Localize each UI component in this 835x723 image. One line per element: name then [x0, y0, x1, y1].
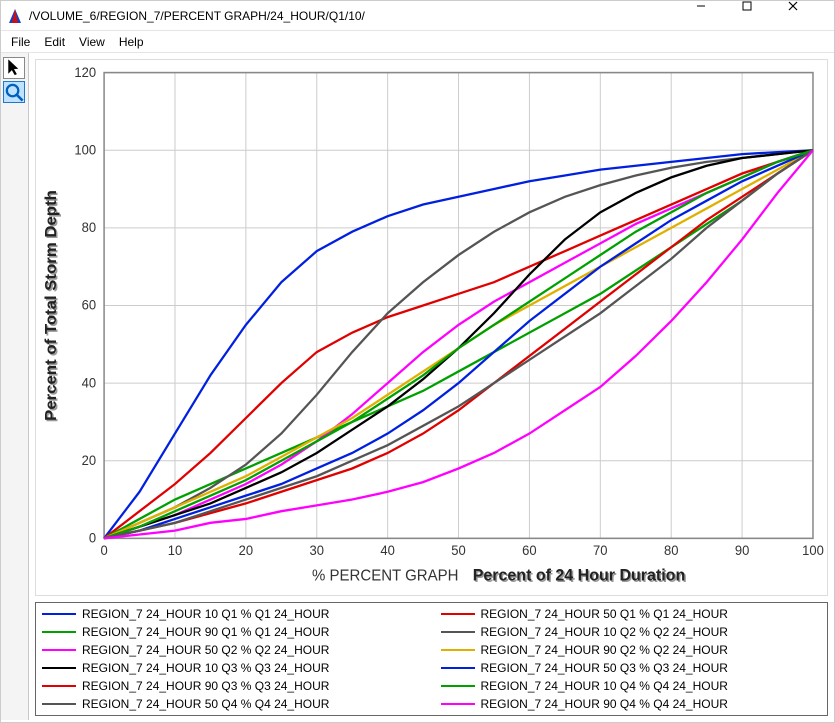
legend-label: REGION_7 24_HOUR 90 Q1 % Q1 24_HOUR — [82, 625, 329, 639]
legend-swatch — [441, 667, 475, 669]
legend-label: REGION_7 24_HOUR 90 Q2 % Q2 24_HOUR — [481, 643, 728, 657]
legend-item[interactable]: REGION_7 24_HOUR 90 Q3 % Q3 24_HOUR — [42, 679, 423, 693]
legend-item[interactable]: REGION_7 24_HOUR 50 Q2 % Q2 24_HOUR — [42, 643, 423, 657]
legend-swatch — [441, 649, 475, 651]
legend-label: REGION_7 24_HOUR 50 Q2 % Q2 24_HOUR — [82, 643, 329, 657]
app-window: /VOLUME_6/REGION_7/PERCENT GRAPH/24_HOUR… — [0, 0, 835, 723]
plot-area: 0 10 20 30 40 50 60 70 80 90 100 0 20 40 60 80 100 120 Per… — [29, 53, 834, 720]
svg-text:40: 40 — [82, 375, 96, 390]
menu-file[interactable]: File — [5, 33, 36, 51]
svg-text:20: 20 — [82, 453, 96, 468]
svg-text:50: 50 — [451, 543, 465, 558]
legend-swatch — [42, 631, 76, 633]
legend-swatch — [42, 667, 76, 669]
legend-item[interactable]: REGION_7 24_HOUR 10 Q4 % Q4 24_HOUR — [441, 679, 822, 693]
pointer-icon — [4, 58, 24, 78]
legend-item[interactable]: REGION_7 24_HOUR 50 Q3 % Q3 24_HOUR — [441, 661, 822, 675]
svg-text:Percent of Total Storm Depth: Percent of Total Storm Depth — [42, 190, 60, 421]
legend-label: REGION_7 24_HOUR 50 Q4 % Q4 24_HOUR — [82, 697, 329, 711]
legend-item[interactable]: REGION_7 24_HOUR 10 Q3 % Q3 24_HOUR — [42, 661, 423, 675]
svg-text:60: 60 — [522, 543, 536, 558]
chart[interactable]: 0 10 20 30 40 50 60 70 80 90 100 0 20 40 60 80 100 120 Per… — [35, 59, 828, 596]
pointer-tool-button[interactable] — [3, 57, 25, 79]
svg-text:100: 100 — [74, 142, 96, 157]
svg-text:Percent of 24 Hour Duration: Percent of 24 Hour Duration — [473, 566, 686, 584]
svg-text:0: 0 — [89, 530, 96, 545]
legend-item[interactable]: REGION_7 24_HOUR 90 Q1 % Q1 24_HOUR — [42, 625, 423, 639]
svg-text:40: 40 — [380, 543, 394, 558]
zoom-tool-button[interactable] — [3, 81, 25, 103]
legend-swatch — [42, 613, 76, 615]
svg-text:120: 120 — [74, 65, 96, 80]
legend-label: REGION_7 24_HOUR 50 Q1 % Q1 24_HOUR — [481, 607, 728, 621]
legend: REGION_7 24_HOUR 10 Q1 % Q1 24_HOUR REGIO… — [35, 602, 828, 716]
menu-help[interactable]: Help — [113, 33, 150, 51]
legend-item[interactable]: REGION_7 24_HOUR 50 Q1 % Q1 24_HOUR — [441, 607, 822, 621]
svg-text:80: 80 — [664, 543, 678, 558]
legend-item[interactable]: REGION_7 24_HOUR 10 Q1 % Q1 24_HOUR — [42, 607, 423, 621]
legend-label: REGION_7 24_HOUR 90 Q3 % Q3 24_HOUR — [82, 679, 329, 693]
svg-text:30: 30 — [310, 543, 324, 558]
legend-swatch — [441, 703, 475, 705]
svg-text:60: 60 — [82, 297, 96, 312]
legend-swatch — [441, 631, 475, 633]
legend-label: REGION_7 24_HOUR 10 Q2 % Q2 24_HOUR — [481, 625, 728, 639]
maximize-button[interactable] — [742, 1, 788, 30]
svg-text:0: 0 — [100, 543, 107, 558]
left-toolbar — [1, 53, 29, 720]
legend-label: REGION_7 24_HOUR 90 Q4 % Q4 24_HOUR — [481, 697, 728, 711]
legend-item[interactable]: REGION_7 24_HOUR 10 Q2 % Q2 24_HOUR — [441, 625, 822, 639]
legend-label: REGION_7 24_HOUR 10 Q4 % Q4 24_HOUR — [481, 679, 728, 693]
legend-swatch — [441, 613, 475, 615]
legend-item[interactable]: REGION_7 24_HOUR 50 Q4 % Q4 24_HOUR — [42, 697, 423, 711]
svg-text:90: 90 — [735, 543, 749, 558]
menu-edit[interactable]: Edit — [38, 33, 71, 51]
legend-swatch — [441, 685, 475, 687]
close-button[interactable] — [788, 1, 834, 30]
legend-swatch — [42, 649, 76, 651]
menu-view[interactable]: View — [73, 33, 111, 51]
magnifier-icon — [4, 82, 24, 102]
legend-label: REGION_7 24_HOUR 50 Q3 % Q3 24_HOUR — [481, 661, 728, 675]
menubar: File Edit View Help — [1, 31, 834, 53]
legend-item[interactable]: REGION_7 24_HOUR 90 Q4 % Q4 24_HOUR — [441, 697, 822, 711]
legend-swatch — [42, 685, 76, 687]
app-icon — [7, 8, 23, 24]
svg-text:20: 20 — [239, 543, 253, 558]
legend-label: REGION_7 24_HOUR 10 Q1 % Q1 24_HOUR — [82, 607, 329, 621]
svg-text:70: 70 — [593, 543, 607, 558]
svg-text:100: 100 — [802, 543, 824, 558]
window-title: /VOLUME_6/REGION_7/PERCENT GRAPH/24_HOUR… — [29, 9, 365, 23]
minimize-button[interactable] — [696, 1, 742, 30]
legend-label: REGION_7 24_HOUR 10 Q3 % Q3 24_HOUR — [82, 661, 329, 675]
legend-item[interactable]: REGION_7 24_HOUR 90 Q2 % Q2 24_HOUR — [441, 643, 822, 657]
legend-swatch — [42, 703, 76, 705]
titlebar: /VOLUME_6/REGION_7/PERCENT GRAPH/24_HOUR… — [1, 1, 834, 31]
svg-text:80: 80 — [82, 220, 96, 235]
svg-text:% PERCENT GRAPH: % PERCENT GRAPH — [312, 567, 459, 584]
svg-text:10: 10 — [168, 543, 182, 558]
